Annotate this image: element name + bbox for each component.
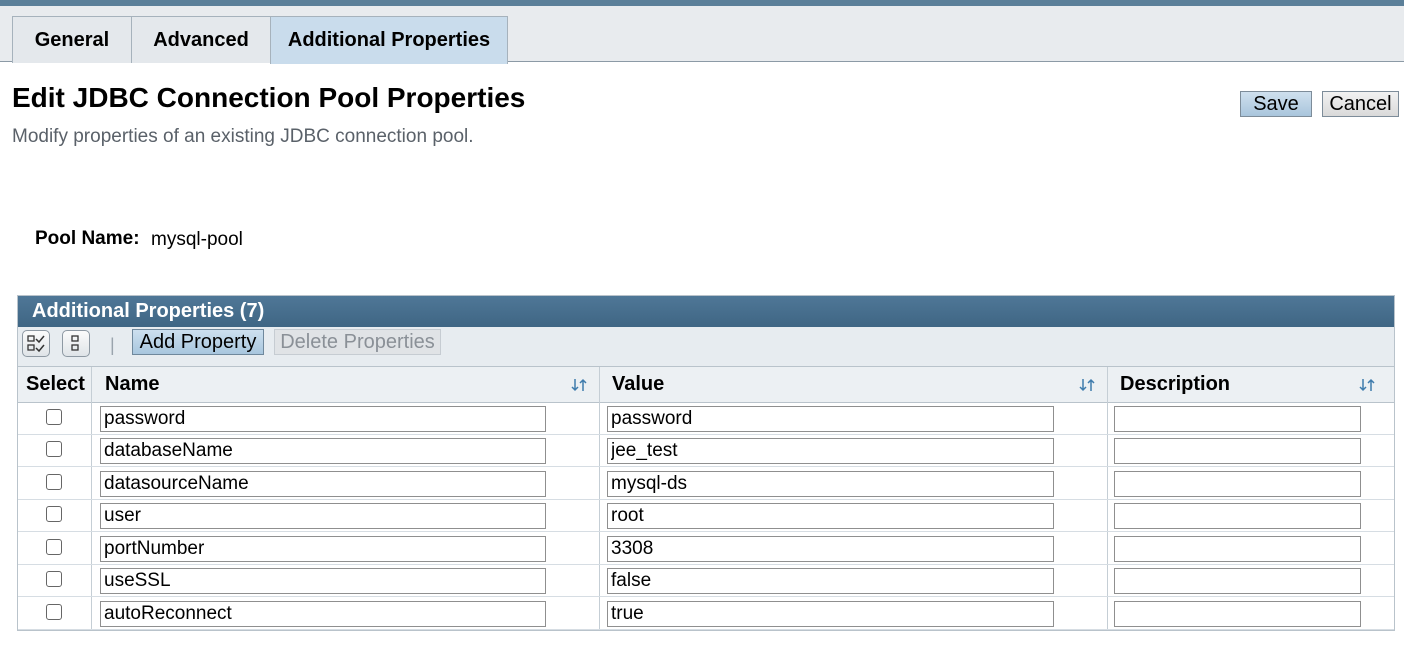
property-name-input[interactable]	[100, 503, 546, 529]
row-select-checkbox[interactable]	[46, 571, 62, 587]
sort-icon[interactable]	[571, 377, 587, 393]
table-row	[18, 435, 1394, 467]
tab-general[interactable]: General	[12, 16, 132, 63]
property-description-input[interactable]	[1114, 568, 1361, 594]
column-header-select: Select	[26, 373, 85, 395]
table-header-row: Select Name Value Description	[18, 367, 1394, 403]
row-select-checkbox[interactable]	[46, 539, 62, 555]
toolbar-separator: |	[110, 335, 115, 355]
property-name-input[interactable]	[100, 438, 546, 464]
property-name-input[interactable]	[100, 601, 546, 627]
pool-name-label: Pool Name:	[35, 228, 140, 249]
row-select-checkbox[interactable]	[46, 409, 62, 425]
property-description-input[interactable]	[1114, 503, 1361, 529]
delete-properties-button[interactable]: Delete Properties	[274, 329, 441, 355]
row-select-checkbox[interactable]	[46, 604, 62, 620]
property-description-input[interactable]	[1114, 438, 1361, 464]
sort-icon[interactable]	[1079, 377, 1095, 393]
table-row	[18, 565, 1394, 597]
property-description-input[interactable]	[1114, 406, 1361, 432]
property-name-input[interactable]	[100, 406, 546, 432]
row-select-checkbox[interactable]	[46, 474, 62, 490]
property-description-input[interactable]	[1114, 601, 1361, 627]
property-value-input[interactable]	[607, 601, 1054, 627]
sort-icon[interactable]	[1359, 377, 1375, 393]
table-title: Additional Properties (7)	[18, 296, 1394, 327]
property-value-input[interactable]	[607, 536, 1054, 562]
select-all-icon[interactable]	[22, 330, 50, 357]
property-description-input[interactable]	[1114, 471, 1361, 497]
deselect-all-icon[interactable]	[62, 330, 90, 357]
table-row	[18, 403, 1394, 435]
properties-table: Additional Properties (7) | Add Property…	[17, 295, 1395, 631]
property-value-input[interactable]	[607, 406, 1054, 432]
add-property-button[interactable]: Add Property	[132, 329, 264, 355]
table-toolbar: | Add Property Delete Properties	[18, 327, 1394, 367]
table-row	[18, 598, 1394, 630]
property-name-input[interactable]	[100, 471, 546, 497]
property-name-input[interactable]	[100, 536, 546, 562]
table-row	[18, 500, 1394, 532]
property-value-input[interactable]	[607, 503, 1054, 529]
property-description-input[interactable]	[1114, 536, 1361, 562]
row-select-checkbox[interactable]	[46, 441, 62, 457]
cancel-button[interactable]: Cancel	[1322, 91, 1399, 117]
page-help-text: Modify properties of an existing JDBC co…	[12, 126, 474, 147]
column-header-name[interactable]: Name	[105, 367, 159, 402]
save-button[interactable]: Save	[1240, 91, 1312, 117]
table-row	[18, 533, 1394, 565]
column-header-description[interactable]: Description	[1120, 367, 1230, 402]
tab-advanced[interactable]: Advanced	[131, 16, 271, 63]
property-value-input[interactable]	[607, 568, 1054, 594]
property-value-input[interactable]	[607, 471, 1054, 497]
tab-strip: General Advanced Additional Properties	[0, 6, 1404, 64]
table-row	[18, 468, 1394, 500]
property-value-input[interactable]	[607, 438, 1054, 464]
property-name-input[interactable]	[100, 568, 546, 594]
page-title: Edit JDBC Connection Pool Properties	[12, 82, 526, 113]
pool-name-value: mysql-pool	[151, 229, 243, 250]
row-select-checkbox[interactable]	[46, 506, 62, 522]
column-header-value[interactable]: Value	[612, 367, 664, 402]
tab-additional-properties[interactable]: Additional Properties	[270, 16, 508, 64]
